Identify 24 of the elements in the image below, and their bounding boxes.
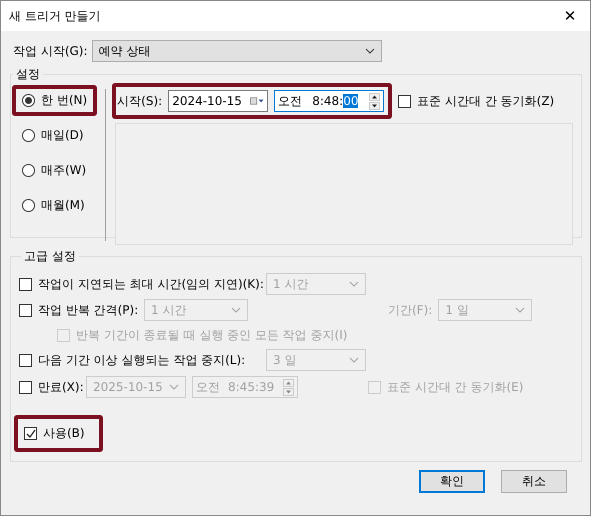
close-button[interactable]: ✕	[550, 7, 590, 25]
option-label: 작업이 지연되는 최대 시간(임의 지연)(K):	[38, 276, 260, 292]
duration-label: 기간(F):	[388, 302, 432, 318]
begin-label: 작업 시작(G):	[13, 42, 88, 60]
group-title: 고급 설정	[23, 248, 77, 265]
option-label: 사용(B)	[43, 425, 85, 442]
option-label: 다음 기간 이상 실행되는 작업 중지(L):	[38, 352, 246, 368]
time-field[interactable]: 오전 8:48:00	[274, 90, 384, 112]
option-label: 작업 반복 간격(P):	[38, 302, 138, 318]
radio-label: 한 번(N)	[41, 92, 88, 109]
group-title: 설정	[15, 66, 41, 83]
option-label: 표준 시간대 간 동기화(Z)	[417, 92, 554, 110]
option-label: 만료(X):	[38, 378, 80, 396]
date-field[interactable]: 2024-10-15	[168, 90, 268, 112]
window-title: 새 트리거 만들기	[9, 8, 101, 24]
begin-dropdown[interactable]: 예약 상태	[92, 40, 382, 62]
radio-label: 매주(W)	[41, 162, 86, 179]
dialog-button[interactable]: 확인	[419, 470, 485, 493]
option-label: 반복 기간이 종료될 때 실행 중인 모든 작업 중지(I)	[76, 326, 348, 344]
start-label: 시작(S):	[117, 92, 162, 110]
dialog-button[interactable]: 취소	[501, 470, 567, 493]
option-label: 표준 시간대 간 동기화(E)	[387, 378, 524, 396]
radio-label: 매일(D)	[41, 127, 84, 144]
radio-label: 매월(M)	[41, 197, 85, 214]
